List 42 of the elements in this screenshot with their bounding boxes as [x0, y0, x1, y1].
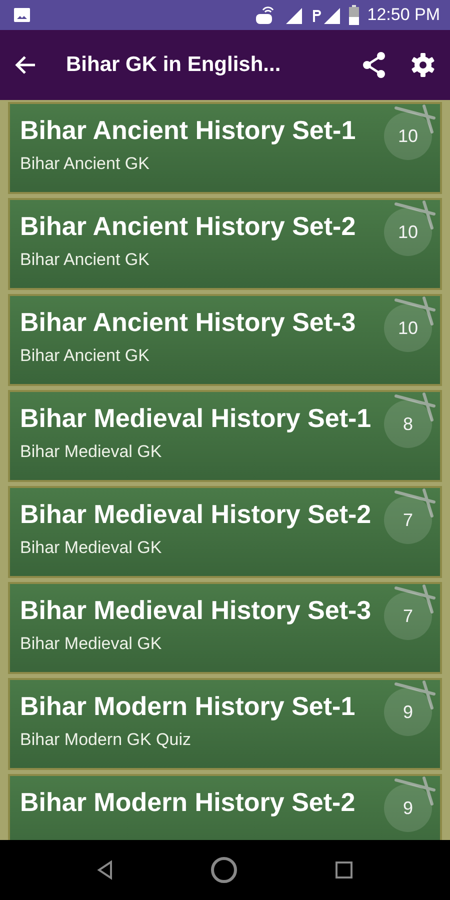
status-time: 12:50 PM — [367, 4, 440, 26]
quiz-set-card[interactable]: Bihar Modern History Set-2 9 — [8, 774, 442, 840]
share-button[interactable] — [362, 52, 386, 78]
battery-icon — [349, 5, 360, 25]
set-title: Bihar Ancient History Set-3 — [20, 306, 356, 338]
quiz-set-card[interactable]: Bihar Medieval History Set-2 Bihar Medieval GK 7 — [8, 486, 442, 578]
set-title: Bihar Modern History Set-1 — [20, 690, 356, 722]
question-count: 7 — [384, 496, 432, 544]
set-title: Bihar Medieval History Set-3 — [20, 594, 372, 626]
set-subtitle: Bihar Ancient GK — [20, 345, 150, 367]
set-title: Bihar Modern History Set-2 — [20, 786, 356, 818]
set-subtitle: Bihar Ancient GK — [20, 249, 150, 271]
set-subtitle: Bihar Medieval GK — [20, 441, 163, 463]
question-count: 9 — [384, 784, 432, 832]
back-button[interactable] — [14, 55, 36, 75]
back-nav-button[interactable] — [96, 860, 113, 880]
set-title: Bihar Medieval History Set-2 — [20, 498, 372, 530]
set-subtitle: Bihar Medieval GK — [20, 537, 163, 559]
quiz-set-card[interactable]: Bihar Ancient History Set-2 Bihar Ancient GK 10 — [8, 198, 442, 290]
picture-icon — [14, 8, 30, 22]
settings-button[interactable] — [410, 52, 436, 78]
question-count: 10 — [384, 112, 432, 160]
recents-nav-button[interactable] — [335, 861, 354, 879]
quiz-set-card[interactable]: Bihar Ancient History Set-1 Bihar Ancient GK 10 — [8, 102, 442, 194]
signal-icon — [311, 6, 342, 24]
question-count: 7 — [384, 592, 432, 640]
set-title: Bihar Ancient History Set-1 — [20, 114, 356, 146]
question-count: 10 — [384, 304, 432, 352]
set-subtitle: Bihar Medieval GK — [20, 633, 163, 655]
set-title: Bihar Ancient History Set-2 — [20, 210, 356, 242]
set-subtitle: Bihar Modern GK Quiz — [20, 729, 192, 751]
quiz-set-card[interactable]: Bihar Medieval History Set-3 Bihar Medieval GK 7 — [8, 582, 442, 674]
quiz-set-card[interactable]: Bihar Modern History Set-1 Bihar Modern GK Quiz 9 — [8, 678, 442, 770]
question-count: 10 — [384, 208, 432, 256]
quiz-set-card[interactable]: Bihar Medieval History Set-1 Bihar Medieval GK 8 — [8, 390, 442, 482]
question-count: 9 — [384, 688, 432, 736]
set-subtitle: Bihar Ancient GK — [20, 153, 150, 175]
home-nav-button[interactable] — [210, 856, 238, 884]
question-count: 8 — [384, 400, 432, 448]
quiz-set-card[interactable]: Bihar Ancient History Set-3 Bihar Ancient GK 10 — [8, 294, 442, 386]
app-title: Bihar GK in English... — [66, 52, 282, 78]
set-title: Bihar Medieval History Set-1 — [20, 402, 372, 434]
